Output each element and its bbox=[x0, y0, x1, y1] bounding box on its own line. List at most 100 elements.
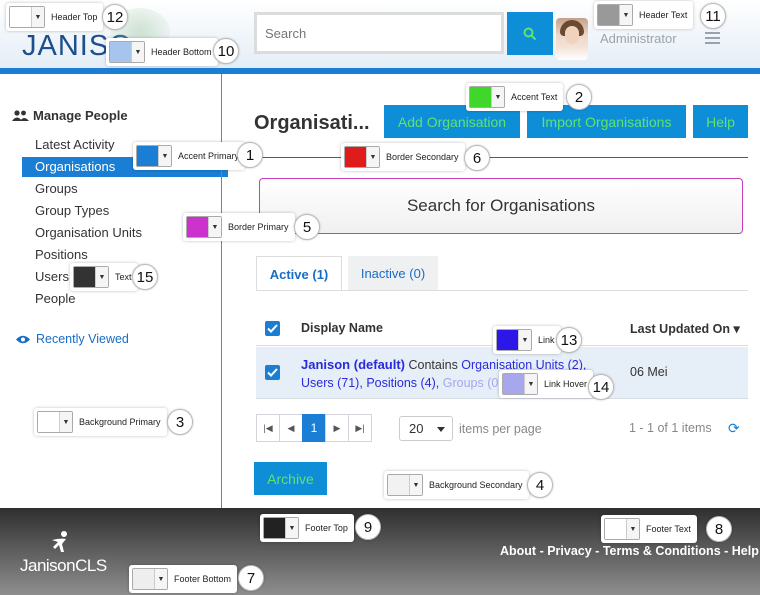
refresh-icon[interactable]: ⟳ bbox=[728, 420, 740, 437]
row-checkbox[interactable] bbox=[265, 365, 280, 380]
tab-active[interactable]: Active (1) bbox=[256, 256, 342, 291]
color-picker[interactable]: ▼ bbox=[9, 6, 45, 28]
organisation-name-link[interactable]: Janison (default) bbox=[301, 357, 405, 372]
swatch-color bbox=[605, 519, 626, 539]
swatch-footer-text[interactable]: ▼ Footer Text bbox=[601, 515, 697, 543]
sidebar-item-users[interactable]: Users bbox=[35, 269, 69, 284]
annotation-number: 6 bbox=[464, 145, 490, 171]
swatch-color bbox=[497, 330, 518, 350]
annotation-number: 12 bbox=[102, 4, 128, 30]
janisoncls-logo[interactable]: JanisonCLS bbox=[20, 531, 107, 576]
search-input[interactable] bbox=[257, 15, 501, 51]
positions-link[interactable]: Positions (4), bbox=[366, 376, 439, 390]
search-organisations-button[interactable]: Search for Organisations bbox=[259, 178, 743, 234]
footer-sep: - bbox=[720, 544, 732, 558]
swatch-color bbox=[470, 87, 491, 107]
footer-link-about[interactable]: About bbox=[500, 544, 536, 558]
next-page-button[interactable]: ▶ bbox=[325, 414, 349, 442]
swatch-header-bottom[interactable]: ▼ Header Bottom bbox=[106, 38, 218, 66]
swatch-label: Border Secondary bbox=[386, 152, 459, 162]
swatch-color bbox=[388, 475, 409, 495]
annotation-number: 3 bbox=[167, 409, 193, 435]
current-page-button[interactable]: 1 bbox=[302, 414, 326, 442]
color-picker[interactable]: ▼ bbox=[387, 474, 423, 496]
swatch-background-secondary[interactable]: ▼ Background Secondary bbox=[384, 471, 529, 499]
checkmark-icon bbox=[267, 368, 278, 377]
sidebar-item-latest-activity[interactable]: Latest Activity bbox=[35, 137, 114, 152]
archive-button[interactable]: Archive bbox=[254, 462, 327, 495]
footer-links: About - Privacy - Terms & Conditions - H… bbox=[500, 544, 759, 558]
swatch-label: Footer Text bbox=[646, 524, 691, 534]
recently-viewed-label: Recently Viewed bbox=[36, 332, 129, 346]
groups-link[interactable]: Groups (0) bbox=[443, 376, 503, 390]
swatch-header-top[interactable]: ▼ Header Top bbox=[6, 3, 104, 31]
items-per-page-select[interactable]: 20 bbox=[399, 416, 453, 441]
swatch-accent-primary[interactable]: ▼ Accent Primary bbox=[133, 142, 246, 170]
color-picker[interactable]: ▼ bbox=[604, 518, 640, 540]
last-page-button[interactable]: ▶| bbox=[348, 414, 372, 442]
color-picker[interactable]: ▼ bbox=[496, 329, 532, 351]
color-picker[interactable]: ▼ bbox=[109, 41, 145, 63]
search-box bbox=[254, 12, 504, 54]
prev-page-button[interactable]: ◀ bbox=[279, 414, 303, 442]
sidebar-item-group-types[interactable]: Group Types bbox=[35, 203, 109, 218]
color-picker[interactable]: ▼ bbox=[597, 4, 633, 26]
swatch-link[interactable]: ▼ Link bbox=[493, 326, 561, 354]
color-picker[interactable]: ▼ bbox=[136, 145, 172, 167]
sidebar-item-groups[interactable]: Groups bbox=[35, 181, 78, 196]
select-all-checkbox[interactable] bbox=[265, 321, 280, 336]
color-picker[interactable]: ▼ bbox=[73, 266, 109, 288]
avatar-face bbox=[565, 26, 579, 44]
page-title: Organisati... bbox=[254, 112, 370, 134]
footer-link-privacy[interactable]: Privacy bbox=[547, 544, 591, 558]
users-link[interactable]: Users (71), bbox=[301, 376, 363, 390]
chevron-down-icon: ▼ bbox=[285, 518, 298, 538]
swatch-accent-text[interactable]: ▼ Accent Text bbox=[466, 83, 564, 111]
swatch-border-primary[interactable]: ▼ Border Primary bbox=[183, 213, 295, 241]
color-picker[interactable]: ▼ bbox=[469, 86, 505, 108]
swatch-footer-bottom[interactable]: ▼ Footer Bottom bbox=[129, 565, 238, 593]
swatch-footer-top[interactable]: ▼ Footer Top bbox=[260, 514, 354, 542]
column-header-last-updated[interactable]: Last Updated On ▾ bbox=[630, 321, 740, 336]
swatch-border-secondary[interactable]: ▼ Border Secondary bbox=[341, 143, 465, 171]
annotation-number: 10 bbox=[213, 38, 239, 64]
swatch-label: Background Primary bbox=[79, 417, 161, 427]
swatch-header-text[interactable]: ▼ Header Text bbox=[594, 1, 694, 29]
pager: |◀ ◀ 1 ▶ ▶| bbox=[256, 414, 372, 442]
sidebar-item-people[interactable]: People bbox=[35, 291, 75, 306]
annotation-number: 15 bbox=[132, 264, 158, 290]
recently-viewed-link[interactable]: Recently Viewed bbox=[16, 332, 129, 346]
color-picker[interactable]: ▼ bbox=[132, 568, 168, 590]
user-name-label[interactable]: Administrator bbox=[600, 31, 677, 46]
column-header-display-name[interactable]: Display Name bbox=[301, 321, 383, 335]
color-picker[interactable]: ▼ bbox=[186, 216, 222, 238]
color-picker[interactable]: ▼ bbox=[263, 517, 299, 539]
footer-link-terms[interactable]: Terms & Conditions bbox=[603, 544, 721, 558]
annotation-number: 7 bbox=[238, 565, 264, 591]
color-picker[interactable]: ▼ bbox=[37, 411, 73, 433]
swatch-color bbox=[137, 146, 158, 166]
sidebar-item-organisation-units[interactable]: Organisation Units bbox=[35, 225, 142, 240]
first-page-button[interactable]: |◀ bbox=[256, 414, 280, 442]
search-button[interactable] bbox=[507, 12, 553, 55]
help-button[interactable]: Help bbox=[693, 105, 748, 138]
swatch-label: Border Primary bbox=[228, 222, 289, 232]
row-last-updated: 06 Mei bbox=[630, 365, 668, 379]
swatch-label: Footer Top bbox=[305, 523, 348, 533]
swatch-label: Header Top bbox=[51, 12, 98, 22]
swatch-text[interactable]: ▼ Text bbox=[70, 263, 138, 291]
tab-inactive[interactable]: Inactive (0) bbox=[348, 256, 438, 290]
items-per-page-label: items per page bbox=[459, 422, 542, 436]
swatch-color bbox=[503, 374, 524, 394]
user-avatar[interactable] bbox=[556, 18, 588, 60]
color-picker[interactable]: ▼ bbox=[502, 373, 538, 395]
color-picker[interactable]: ▼ bbox=[344, 146, 380, 168]
swatch-label: Header Bottom bbox=[151, 47, 212, 57]
hamburger-menu-icon[interactable] bbox=[705, 32, 720, 46]
chevron-down-icon: ▼ bbox=[619, 5, 632, 25]
swatch-background-primary[interactable]: ▼ Background Primary bbox=[34, 408, 167, 436]
footer-link-help[interactable]: Help bbox=[732, 544, 759, 558]
swatch-link-hover[interactable]: ▼ Link Hover bbox=[499, 370, 594, 398]
sidebar-item-positions[interactable]: Positions bbox=[35, 247, 88, 262]
annotation-number: 5 bbox=[294, 214, 320, 240]
